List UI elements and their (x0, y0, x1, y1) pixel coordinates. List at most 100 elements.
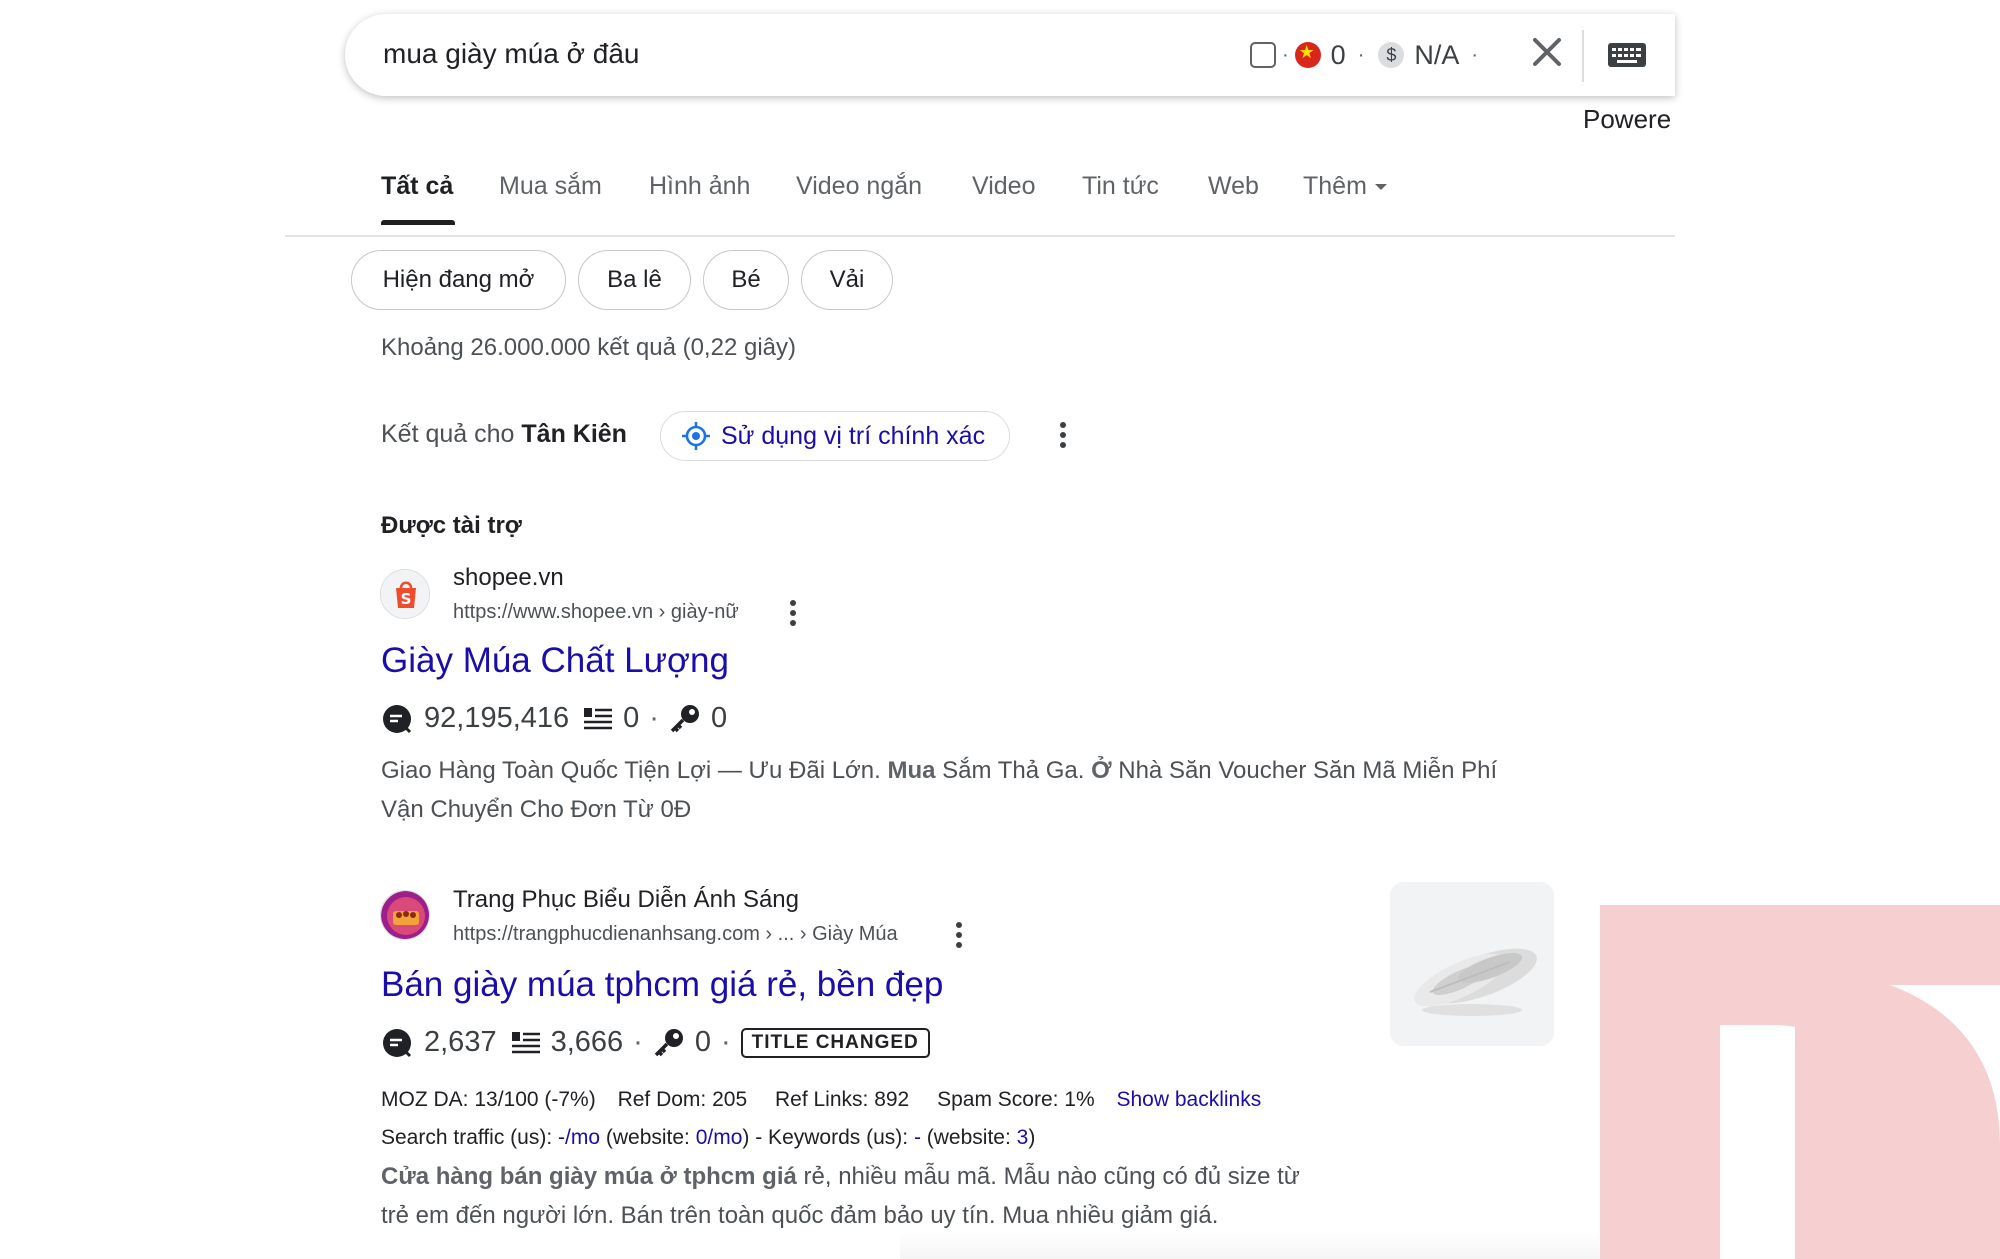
separator-dot: · (649, 702, 659, 734)
result-site-name[interactable]: shopee.vn (453, 564, 564, 592)
precise-location-label: Sử dụng vị trí chính xác (721, 421, 986, 450)
chip-open-now[interactable]: Hiện đang mở (351, 250, 566, 310)
keywords-metric: 0 (653, 1026, 711, 1059)
caret-down-icon (1374, 184, 1387, 191)
watermark-logo (1600, 905, 2000, 1259)
shopee-favicon: S (380, 569, 430, 619)
searches-metric: 92,195,416 (381, 702, 569, 735)
bottom-fade (900, 1230, 1600, 1259)
keyboard-icon[interactable] (1607, 40, 1647, 70)
ballet-shoes-image (1390, 882, 1554, 1046)
active-tab-underline (381, 220, 455, 225)
metric-value: 0 (710, 702, 728, 734)
precise-location-button[interactable]: Sử dụng vị trí chính xác (660, 411, 1010, 461)
clear-icon[interactable] (1525, 30, 1569, 74)
more-options-icon[interactable] (1059, 421, 1067, 449)
traffic-label: Search traffic (us): (381, 1126, 559, 1149)
extension-checkbox[interactable] (1250, 42, 1276, 68)
flag-count: 0 (1330, 39, 1346, 70)
search-traffic-line: Search traffic (us): -/mo (website: 0/mo… (381, 1126, 1035, 1150)
snippet-highlight: Ở (1091, 757, 1112, 784)
tab-all[interactable]: Tất cả (381, 172, 455, 225)
snippet-text: rẻ, nhiều mẫu mã. Mẫu nào cũng có đủ siz… (796, 1163, 1300, 1190)
spam-score: Spam Score: 1% (937, 1088, 1095, 1111)
tab-web[interactable]: Web (1208, 172, 1259, 201)
result-snippet: Giao Hàng Toàn Quốc Tiện Lợi — Ưu Đãi Lớ… (381, 751, 1581, 829)
key-icon (654, 1028, 683, 1056)
metric-value: 3,666 (550, 1026, 624, 1058)
keywords-value-link[interactable]: - (914, 1126, 921, 1149)
metric-value: 2,637 (424, 1026, 497, 1058)
location-place: Tân Kiên (521, 420, 627, 448)
separator-dot: · (1357, 43, 1365, 66)
pages-metric: 3,666 (511, 1026, 624, 1059)
key-icon (670, 704, 699, 732)
separator-dot: · (720, 1026, 731, 1058)
tab-shopping[interactable]: Mua sắm (499, 172, 602, 201)
chip-kids[interactable]: Bé (703, 250, 789, 310)
search-bar[interactable]: mua giày múa ở đâu · 0 · $ N/A · (345, 14, 1675, 96)
keywords-label: (website: (920, 1126, 1017, 1149)
separator-dot: · (1471, 43, 1479, 66)
ref-dom: Ref Dom: 205 (617, 1088, 748, 1111)
result-metrics: 2,637 3,666 · 0 · TITLE CHANGED (381, 1026, 930, 1059)
metric-value: 0 (694, 1026, 711, 1058)
search-input[interactable]: mua giày múa ở đâu (383, 38, 640, 70)
dollar-icon: $ (1378, 42, 1405, 68)
pages-metric: 0 (583, 702, 639, 735)
keywords-label: ) - Keywords (us): (742, 1126, 914, 1149)
powered-by-label: Powere (1583, 104, 1672, 134)
website-keywords-link[interactable]: 3 (1017, 1126, 1029, 1149)
tab-label: Tất cả (381, 172, 454, 200)
metric-value: 0 (623, 702, 640, 734)
snippet-text: Giao Hàng Toàn Quốc Tiện Lợi — Ưu Đãi Lớ… (381, 757, 888, 784)
result-options-icon[interactable] (955, 921, 963, 949)
list-icon (584, 707, 613, 729)
location-label: Kết quả cho Tân Kiên (381, 420, 627, 449)
show-backlinks-link[interactable]: Show backlinks (1117, 1088, 1262, 1111)
result-site-name[interactable]: Trang Phục Biểu Diễn Ánh Sáng (453, 886, 799, 914)
vietnam-flag-icon (1294, 42, 1321, 68)
result-snippet: Cửa hàng bán giày múa ở tphcm giá rẻ, nh… (381, 1157, 1381, 1235)
ref-links: Ref Links: 892 (774, 1088, 910, 1111)
traffic-label: (website: (600, 1126, 696, 1149)
tab-videos[interactable]: Video (972, 172, 1036, 201)
result-metrics: 92,195,416 0 · 0 (381, 702, 727, 735)
metric-value: 92,195,416 (424, 702, 570, 734)
moz-da: MOZ DA: 13/100 (-7%) (381, 1088, 596, 1111)
traffic-value-link[interactable]: -/mo (558, 1126, 600, 1149)
tab-images[interactable]: Hình ảnh (649, 172, 750, 201)
seo-extension-bar: · 0 · $ N/A · (1250, 36, 1484, 74)
tab-news[interactable]: Tin tức (1082, 172, 1159, 201)
chip-fabric[interactable]: Vải (801, 250, 893, 310)
result-options-icon[interactable] (789, 599, 797, 627)
result-thumbnail[interactable] (1390, 882, 1554, 1046)
tab-more[interactable]: Thêm (1303, 172, 1387, 201)
snippet-text: Sắm Thả Ga. (935, 757, 1092, 784)
sponsored-label: Được tài trợ (381, 512, 522, 539)
chip-ballet[interactable]: Ba lê (578, 250, 691, 310)
separator-dot: · (1282, 43, 1289, 66)
snippet-highlight: Cửa hàng bán giày múa ở tphcm giá (381, 1163, 797, 1190)
result-title-link[interactable]: Giày Múa Chất Lượng (381, 641, 729, 681)
snippet-text: Vận Chuyển Cho Đơn Từ 0Đ (381, 796, 692, 823)
seo-metrics-line: MOZ DA: 13/100 (-7%) Ref Dom: 205 Ref Li… (381, 1088, 1261, 1112)
website-traffic-link[interactable]: 0/mo (696, 1126, 743, 1149)
tabs-divider (285, 235, 1675, 237)
tab-short-videos[interactable]: Video ngắn (796, 172, 922, 201)
result-title-link[interactable]: Bán giày múa tphcm giá rẻ, bền đẹp (381, 965, 943, 1005)
keywords-label: ) (1028, 1126, 1036, 1149)
trangphuc-favicon (380, 890, 430, 940)
snippet-highlight: Mua (887, 757, 936, 784)
location-prefix: Kết quả cho (381, 420, 515, 448)
result-stats: Khoảng 26.000.000 kết quả (0,22 giây) (381, 334, 796, 361)
location-target-icon (682, 422, 710, 450)
search-count-icon (383, 704, 412, 733)
list-icon (511, 1031, 540, 1053)
title-changed-badge: TITLE CHANGED (740, 1027, 930, 1058)
result-url[interactable]: https://www.shopee.vn › giày-nữ (453, 601, 739, 624)
price-value: N/A (1414, 39, 1460, 70)
result-url[interactable]: https://trangphucdienanhsang.com › ... ›… (453, 923, 898, 946)
tab-label: Thêm (1303, 172, 1367, 200)
separator-dot: · (633, 1026, 643, 1058)
